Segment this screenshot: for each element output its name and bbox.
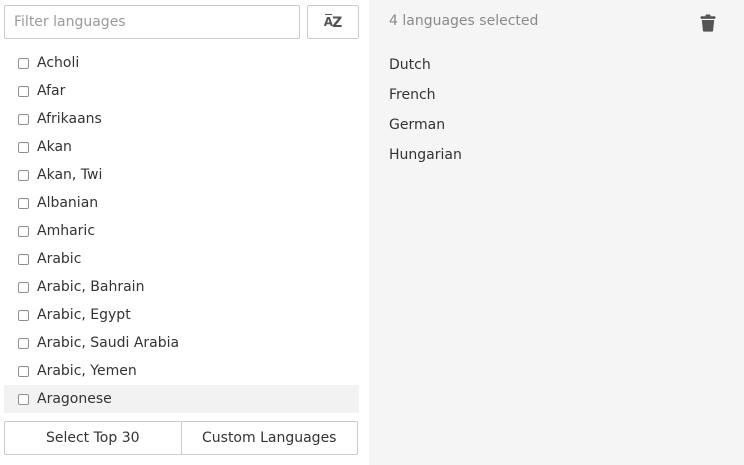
language-label: Akan [37,139,72,155]
language-checkbox[interactable] [18,393,29,405]
language-checkbox[interactable] [18,253,29,265]
language-label: Amharic [37,223,96,239]
selected-count-label: 4 languages selected [389,13,539,29]
select-top-30-button[interactable]: Select Top 30 [5,422,181,454]
language-label: Arabic, Egypt [37,307,131,323]
language-item[interactable]: Aragonese [4,385,359,413]
custom-languages-button[interactable]: Custom Languages [180,422,358,454]
preset-button-group: Select Top 30 Custom Languages [4,421,358,455]
selected-language-item[interactable]: French [389,80,462,110]
language-picker-panel: AZ Acholi Afar Afrikaans Akan Akan, Twi … [0,0,369,465]
selected-languages-panel: 4 languages selected Dutch French German… [369,0,744,465]
language-item[interactable]: Amharic [4,217,359,245]
filter-languages-input[interactable] [4,5,300,39]
language-checkbox[interactable] [18,309,29,321]
language-label: Albanian [37,195,99,211]
language-label: Acholi [37,55,80,71]
language-checkbox[interactable] [18,337,29,349]
language-checkbox[interactable] [18,225,29,237]
sort-alpha-icon: AZ [323,14,343,31]
language-label: Aragonese [37,391,112,407]
clear-selection-button[interactable] [697,12,719,34]
language-label: Afar [37,83,66,99]
language-item[interactable]: Afrikaans [4,105,359,133]
language-checkbox[interactable] [18,169,29,181]
language-item[interactable]: Arabic, Egypt [4,301,359,329]
language-label: Arabic, Saudi Arabia [37,335,180,351]
language-label: Afrikaans [37,111,102,127]
language-label: Akan, Twi [37,167,103,183]
language-item[interactable]: Acholi [4,49,359,77]
language-checkbox[interactable] [18,85,29,97]
language-checkbox[interactable] [18,141,29,153]
language-item[interactable]: Albanian [4,189,359,217]
language-item[interactable]: Arabic, Bahrain [4,273,359,301]
trash-icon [700,14,716,32]
language-label: Arabic, Bahrain [37,279,145,295]
language-checkbox[interactable] [18,197,29,209]
selected-language-item[interactable]: Dutch [389,50,462,80]
language-label: Arabic [37,251,82,267]
language-item[interactable]: Arabic [4,245,359,273]
language-item[interactable]: Arabic, Saudi Arabia [4,329,359,357]
language-item[interactable]: Arabic, Yemen [4,357,359,385]
language-checkbox[interactable] [18,113,29,125]
language-checkbox[interactable] [18,57,29,69]
language-item[interactable]: Afar [4,77,359,105]
selected-language-item[interactable]: Hungarian [389,140,462,170]
language-label: Arabic, Yemen [37,363,137,379]
language-list: Acholi Afar Afrikaans Akan Akan, Twi Alb… [4,49,359,413]
selected-languages-list: Dutch French German Hungarian [389,50,462,170]
selected-language-item[interactable]: German [389,110,462,140]
language-checkbox[interactable] [18,365,29,377]
sort-alphabetical-button[interactable]: AZ [307,5,359,39]
language-item[interactable]: Akan [4,133,359,161]
language-checkbox[interactable] [18,281,29,293]
language-item[interactable]: Akan, Twi [4,161,359,189]
